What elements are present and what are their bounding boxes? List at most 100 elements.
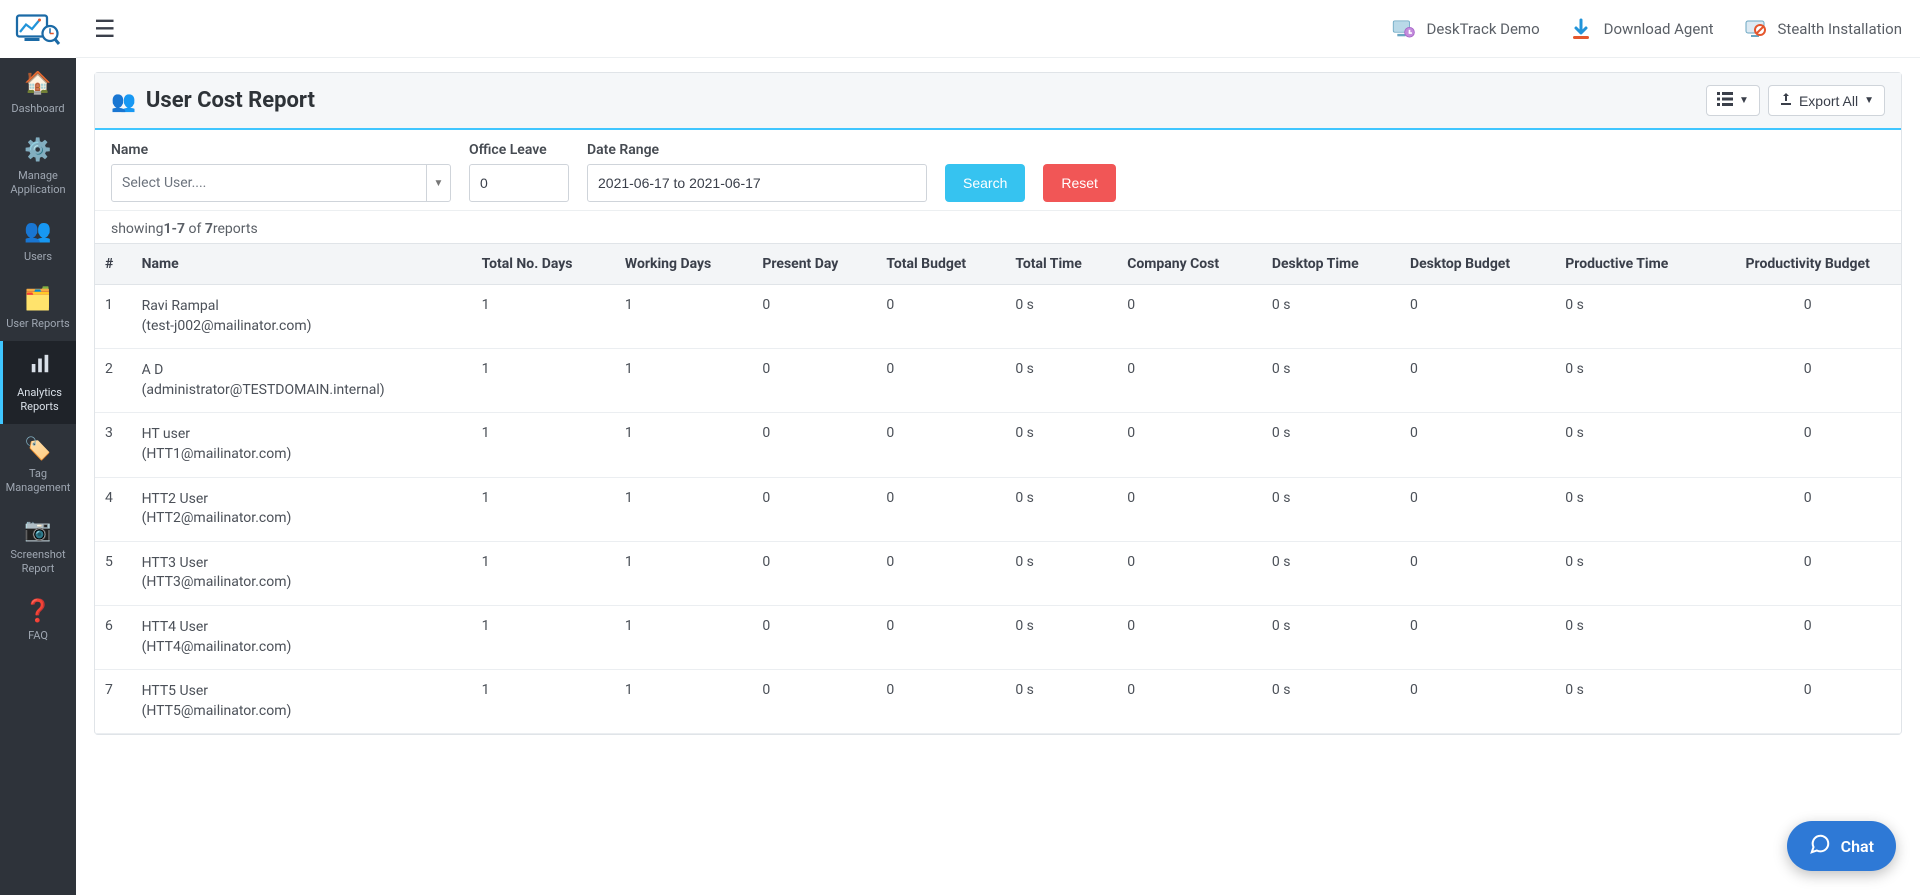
table-col-7[interactable]: Company Cost bbox=[1117, 244, 1262, 285]
users-group-icon: 👥 bbox=[111, 89, 136, 113]
cell-present_day: 0 bbox=[752, 477, 876, 541]
table-col-0[interactable]: # bbox=[95, 244, 132, 285]
table-col-10[interactable]: Productive Time bbox=[1555, 244, 1714, 285]
cell-productive_time: 0 s bbox=[1555, 605, 1714, 669]
page-title-text: User Cost Report bbox=[146, 88, 315, 113]
table-col-11[interactable]: Productivity Budget bbox=[1714, 244, 1901, 285]
cell-present_day: 0 bbox=[752, 541, 876, 605]
sidebar-item-label: Users bbox=[24, 250, 52, 264]
sidebar-item-manage-application[interactable]: ⚙️ Manage Application bbox=[0, 125, 76, 206]
cell-desktop_budget: 0 bbox=[1400, 605, 1555, 669]
brand-logo[interactable] bbox=[0, 0, 76, 58]
table-col-8[interactable]: Desktop Time bbox=[1262, 244, 1400, 285]
table-row: 2A D(administrator@TESTDOMAIN.internal)1… bbox=[95, 349, 1901, 413]
cell-desktop_budget: 0 bbox=[1400, 477, 1555, 541]
sidebar-item-label: User Reports bbox=[6, 317, 69, 331]
sidebar-item-dashboard[interactable]: 🏠 Dashboard bbox=[0, 58, 76, 125]
list-view-button[interactable]: ▼ bbox=[1706, 85, 1760, 116]
main-area: ☰ DeskTrack Demo Download Agent Stealth … bbox=[76, 0, 1920, 895]
cell-productive_time: 0 s bbox=[1555, 477, 1714, 541]
question-icon: ❓ bbox=[24, 598, 51, 626]
cell-name: HT user(HTT1@mailinator.com) bbox=[132, 413, 472, 477]
table-col-3[interactable]: Working Days bbox=[615, 244, 752, 285]
cell-total_time: 0 s bbox=[1005, 285, 1117, 349]
cell-total_days: 1 bbox=[472, 670, 615, 734]
cell-name: HTT2 User(HTT2@mailinator.com) bbox=[132, 477, 472, 541]
table-col-6[interactable]: Total Time bbox=[1005, 244, 1117, 285]
sidebar-item-screenshot-report[interactable]: 📷 Screenshot Report bbox=[0, 505, 76, 586]
result-count: showing1-7 of 7reports bbox=[95, 211, 1901, 243]
cell-productivity_budget: 0 bbox=[1714, 670, 1901, 734]
export-all-button[interactable]: Export All ▼ bbox=[1768, 85, 1885, 116]
table-row: 5HTT3 User(HTT3@mailinator.com)11000 s00… bbox=[95, 541, 1901, 605]
sidebar-item-label: Tag Management bbox=[0, 467, 76, 495]
table-col-9[interactable]: Desktop Budget bbox=[1400, 244, 1555, 285]
page-title: 👥 User Cost Report bbox=[111, 88, 315, 113]
cell-total_days: 1 bbox=[472, 285, 615, 349]
cell-productivity_budget: 0 bbox=[1714, 349, 1901, 413]
table-col-4[interactable]: Present Day bbox=[752, 244, 876, 285]
cell-productivity_budget: 0 bbox=[1714, 541, 1901, 605]
camera-icon: 📷 bbox=[24, 517, 51, 545]
office-leave-input[interactable] bbox=[480, 175, 558, 191]
chat-button[interactable]: Chat bbox=[1787, 821, 1896, 871]
sidebar-item-users[interactable]: 👥 Users bbox=[0, 206, 76, 273]
sidebar-item-label: FAQ bbox=[28, 629, 48, 643]
resultcount-suffix: reports bbox=[213, 221, 258, 237]
cell-productivity_budget: 0 bbox=[1714, 605, 1901, 669]
cell-total_days: 1 bbox=[472, 349, 615, 413]
cell-total_days: 1 bbox=[472, 477, 615, 541]
cell-idx: 4 bbox=[95, 477, 132, 541]
cell-total_budget: 0 bbox=[876, 605, 1005, 669]
date-range-input-wrap bbox=[587, 164, 927, 202]
table-row: 7HTT5 User(HTT5@mailinator.com)11000 s00… bbox=[95, 670, 1901, 734]
cell-present_day: 0 bbox=[752, 670, 876, 734]
table-col-5[interactable]: Total Budget bbox=[876, 244, 1005, 285]
toplink-label: Stealth Installation bbox=[1778, 20, 1902, 38]
date-range-input[interactable] bbox=[598, 175, 916, 191]
list-icon bbox=[1717, 92, 1733, 109]
cell-idx: 3 bbox=[95, 413, 132, 477]
cell-working_days: 1 bbox=[615, 670, 752, 734]
cell-working_days: 1 bbox=[615, 605, 752, 669]
table-col-2[interactable]: Total No. Days bbox=[472, 244, 615, 285]
cell-productive_time: 0 s bbox=[1555, 413, 1714, 477]
resultcount-prefix: showing bbox=[111, 221, 163, 237]
table-head: #NameTotal No. DaysWorking DaysPresent D… bbox=[95, 244, 1901, 285]
cell-total_time: 0 s bbox=[1005, 541, 1117, 605]
table-col-1[interactable]: Name bbox=[132, 244, 472, 285]
toplink-download-agent[interactable]: Download Agent bbox=[1568, 16, 1714, 42]
toplink-stealth-installation[interactable]: Stealth Installation bbox=[1742, 16, 1902, 42]
tag-icon: 🏷️ bbox=[24, 436, 51, 464]
cell-working_days: 1 bbox=[615, 477, 752, 541]
search-button[interactable]: Search bbox=[945, 164, 1025, 202]
reset-button[interactable]: Reset bbox=[1043, 164, 1116, 202]
sidebar-item-user-reports[interactable]: 🗂️ User Reports bbox=[0, 274, 76, 341]
sidebar-item-faq[interactable]: ❓ FAQ bbox=[0, 586, 76, 653]
sidebar-item-tag-management[interactable]: 🏷️ Tag Management bbox=[0, 424, 76, 505]
resultcount-of: of bbox=[185, 221, 205, 237]
resultcount-total: 7 bbox=[205, 221, 213, 237]
cell-total_time: 0 s bbox=[1005, 670, 1117, 734]
cell-company_cost: 0 bbox=[1117, 477, 1262, 541]
panel-header: 👥 User Cost Report ▼ Export All ▼ bbox=[95, 73, 1901, 130]
cell-total_days: 1 bbox=[472, 605, 615, 669]
cell-desktop_budget: 0 bbox=[1400, 285, 1555, 349]
caret-down-icon: ▼ bbox=[426, 165, 450, 201]
table-row: 3HT user(HTT1@mailinator.com)11000 s00 s… bbox=[95, 413, 1901, 477]
sidebar-item-analytics-reports[interactable]: Analytics Reports bbox=[0, 341, 76, 424]
filter-date-range: Date Range bbox=[587, 142, 927, 202]
cell-company_cost: 0 bbox=[1117, 670, 1262, 734]
chat-icon bbox=[1809, 833, 1831, 859]
cell-productive_time: 0 s bbox=[1555, 349, 1714, 413]
hamburger-icon[interactable]: ☰ bbox=[94, 15, 116, 43]
cell-productive_time: 0 s bbox=[1555, 541, 1714, 605]
cell-idx: 5 bbox=[95, 541, 132, 605]
toplink-demo[interactable]: DeskTrack Demo bbox=[1390, 16, 1539, 42]
cell-idx: 6 bbox=[95, 605, 132, 669]
gears-icon: ⚙️ bbox=[24, 137, 51, 165]
cell-company_cost: 0 bbox=[1117, 541, 1262, 605]
filter-office-leave-label: Office Leave bbox=[469, 142, 569, 158]
cell-total_time: 0 s bbox=[1005, 605, 1117, 669]
user-select[interactable]: Select User.... ▼ bbox=[111, 164, 451, 202]
